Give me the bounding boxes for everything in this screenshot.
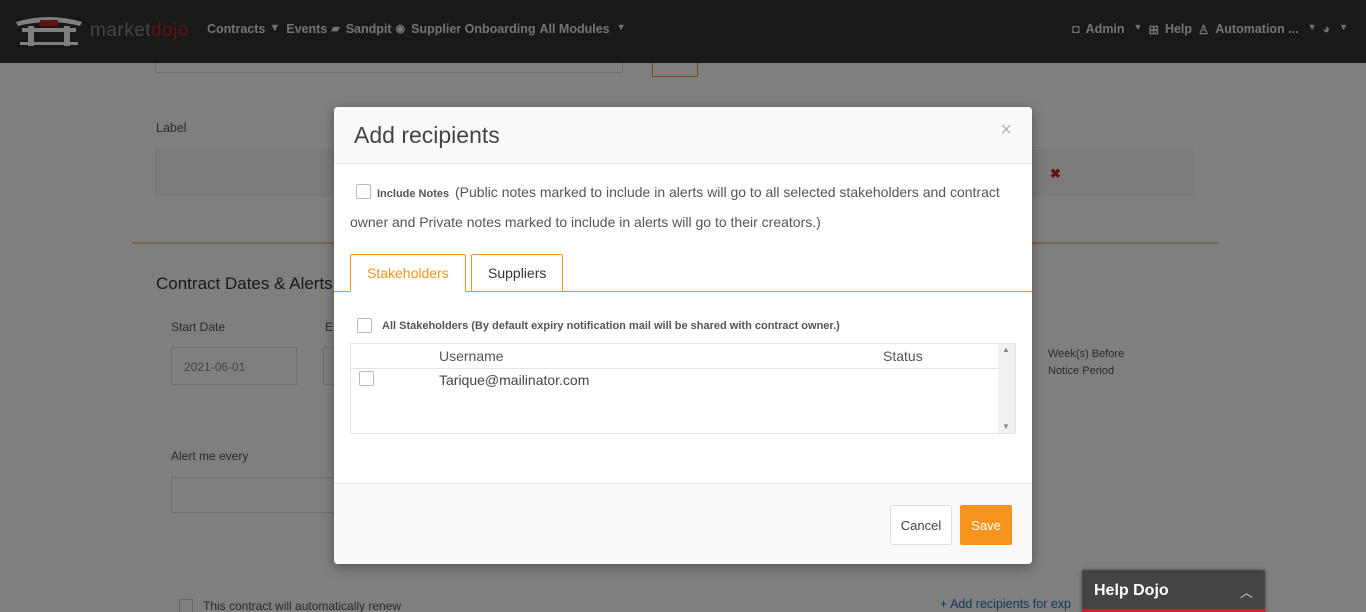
scroll-up-icon[interactable]: ▲ (1002, 345, 1010, 354)
tab-suppliers[interactable]: Suppliers (471, 254, 563, 292)
recipient-tabs: Stakeholders Suppliers (334, 253, 1032, 292)
tab-stakeholders[interactable]: Stakeholders (350, 254, 466, 292)
all-stakeholders-checkbox[interactable] (357, 318, 372, 333)
modal-header: Add recipients × (334, 107, 1032, 164)
table-row[interactable]: Tarique@mailinator.com (351, 369, 999, 391)
include-notes-label: Include Notes (377, 188, 450, 200)
column-header-status[interactable]: Status (883, 348, 923, 364)
save-button[interactable]: Save (960, 505, 1012, 545)
scroll-down-icon[interactable]: ▼ (1002, 422, 1010, 431)
add-recipients-modal: Add recipients × Include Notes (Public n… (334, 107, 1032, 564)
column-header-username[interactable]: Username (439, 348, 504, 364)
all-stakeholders-row: All Stakeholders (By default expiry noti… (357, 318, 840, 333)
all-stakeholders-label: All Stakeholders (By default expiry noti… (382, 319, 840, 332)
stakeholders-table: Username Status Tarique@mailinator.com ▲… (350, 343, 1016, 434)
include-notes-row: Include Notes (Public notes marked to in… (350, 178, 1020, 236)
include-notes-checkbox[interactable] (356, 183, 371, 199)
table-scrollbar[interactable]: ▲ ▼ (998, 344, 1015, 433)
help-dojo-title: Help Dojo (1094, 582, 1169, 599)
cancel-button[interactable]: Cancel (890, 505, 952, 545)
modal-footer: Cancel Save (334, 483, 1032, 564)
chevron-up-icon[interactable]: ︿ (1240, 582, 1253, 601)
row-checkbox[interactable] (359, 371, 374, 386)
modal-title: Add recipients (354, 122, 500, 148)
close-icon[interactable]: × (1000, 120, 1012, 140)
table-header: Username Status (351, 344, 999, 369)
help-dojo-widget[interactable]: Help Dojo ︿ (1082, 570, 1265, 612)
row-username: Tarique@mailinator.com (439, 372, 590, 388)
